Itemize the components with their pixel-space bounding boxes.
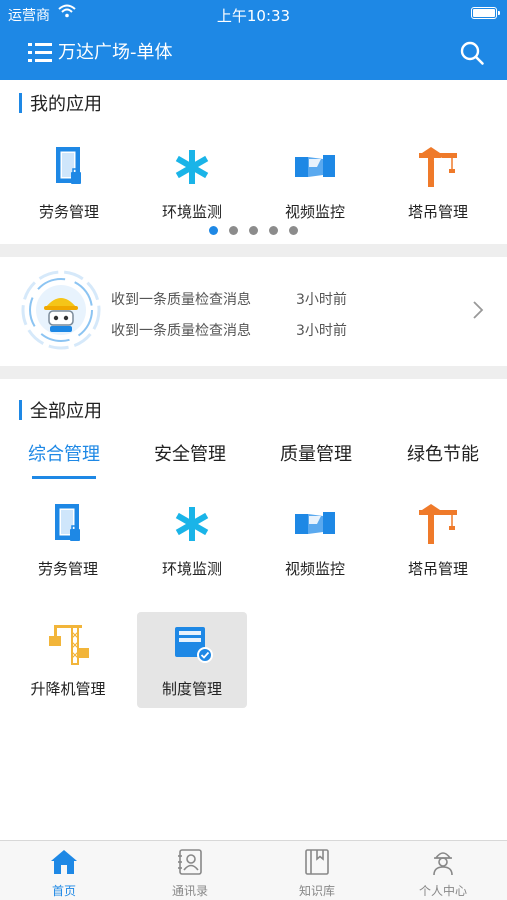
policy-icon [175,627,213,663]
app-environment[interactable]: 环境监测 [137,502,247,579]
tabbar-label: 通讯录 [171,884,208,898]
my-app-environment[interactable]: 环境监测 [137,145,247,222]
section-divider [0,366,507,379]
notification-message: 收到一条质量检查消息 3小时前 [111,289,441,309]
elevator-icon [49,625,89,665]
app-elevator[interactable]: 升降机管理 [13,622,123,699]
tabbar-label: 个人中心 [418,884,467,898]
book-icon [305,849,329,875]
bottom-tab-bar: 首页 通讯录 知识库 个人中心 [0,840,507,900]
my-app-video[interactable]: 视频监控 [260,145,370,222]
active-tab-underline [32,476,96,479]
tab-green-energy[interactable]: 绿色节能 [388,440,498,466]
tabbar-profile[interactable]: 个人中心 [393,847,493,899]
tabbar-label: 知识库 [298,884,335,898]
chevron-right-icon[interactable] [471,299,485,321]
section-accent-bar [19,400,22,420]
message-text: 收到一条质量检查消息 [111,292,251,308]
tab-comprehensive[interactable]: 综合管理 [9,440,119,466]
camera-icon [295,512,335,534]
message-text: 收到一条质量检查消息 [111,323,251,339]
camera-icon [295,155,335,177]
contacts-icon [178,849,202,875]
battery-icon [471,7,500,19]
clock: 上午10:33 [216,7,291,25]
nav-bar: 万达广场-单体 [0,28,507,80]
page-dot[interactable] [269,226,278,235]
asterisk-icon [175,150,209,184]
worker-avatar-icon [433,852,453,876]
tabbar-home[interactable]: 首页 [14,847,114,899]
app-label: 升降机管理 [30,680,106,698]
my-app-label: 塔吊管理 [407,203,468,221]
page-dot[interactable] [289,226,298,235]
labor-door-icon [56,147,81,184]
page-dot[interactable] [229,226,238,235]
labor-door-icon [55,504,80,541]
tabbar-contacts[interactable]: 通讯录 [140,847,240,899]
app-video[interactable]: 视频监控 [260,502,370,579]
my-app-label: 劳务管理 [38,203,99,221]
app-label: 劳务管理 [37,560,98,578]
menu-icon[interactable] [26,40,56,66]
app-label: 塔吊管理 [407,560,468,578]
app-policy[interactable]: 制度管理 [137,612,247,708]
tabbar-knowledge[interactable]: 知识库 [267,847,367,899]
app-label: 视频监控 [284,560,345,578]
notification-message: 收到一条质量检查消息 3小时前 [111,320,441,340]
my-app-label: 环境监测 [161,203,222,221]
app-header: 运营商 上午10:33 万达广场-单体 [0,0,507,80]
all-apps-title: 全部应用 [30,401,102,422]
section-accent-bar [19,93,22,113]
app-labor[interactable]: 劳务管理 [13,502,123,579]
tab-quality[interactable]: 质量管理 [261,440,371,466]
home-icon [51,850,77,874]
app-label: 制度管理 [161,680,222,698]
my-apps-title: 我的应用 [30,94,102,115]
page-indicator[interactable] [0,226,507,235]
page-dot[interactable] [249,226,258,235]
app-crane[interactable]: 塔吊管理 [383,502,493,579]
asterisk-icon [175,507,209,541]
message-time: 3小时前 [296,292,347,308]
page-title[interactable]: 万达广场-单体 [58,40,173,66]
page-dot-active[interactable] [209,226,218,235]
message-time: 3小时前 [296,323,347,339]
notification-card[interactable]: 收到一条质量检查消息 3小时前 收到一条质量检查消息 3小时前 [0,257,507,366]
robot-mascot-icon [21,270,101,350]
section-divider [0,244,507,257]
app-label: 环境监测 [161,560,222,578]
search-icon[interactable] [459,40,485,66]
my-app-crane[interactable]: 塔吊管理 [383,145,493,222]
tab-safety[interactable]: 安全管理 [135,440,245,466]
my-app-label: 视频监控 [284,203,345,221]
tabbar-label: 首页 [51,884,76,898]
status-bar: 运营商 上午10:33 [0,0,507,28]
all-apps-section-title: 全部应用 [19,399,102,422]
my-app-labor[interactable]: 劳务管理 [14,145,124,222]
tower-crane-icon [419,147,457,187]
my-apps-section-title: 我的应用 [19,92,102,115]
tower-crane-icon [419,504,457,544]
